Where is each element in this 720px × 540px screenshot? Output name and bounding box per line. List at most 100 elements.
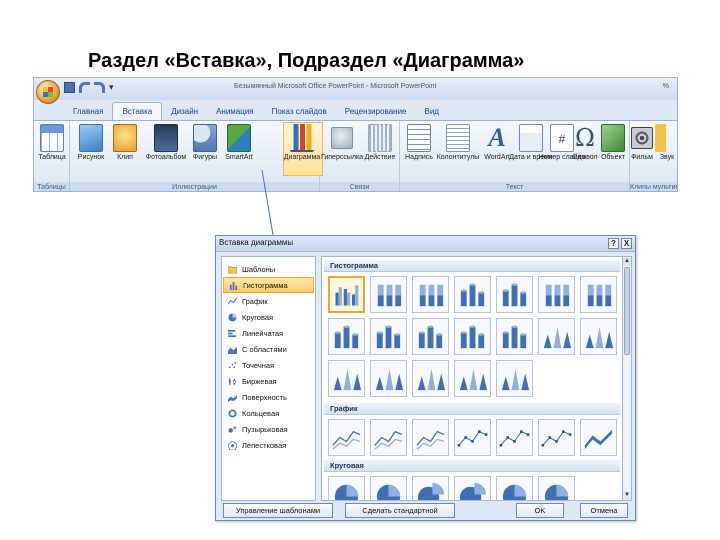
textbox-button[interactable]: Надпись (402, 124, 436, 161)
office-button-icon[interactable] (36, 80, 60, 104)
category-stock[interactable]: Биржевая (223, 373, 314, 389)
chart-subtype-thumbnail[interactable] (328, 419, 365, 456)
category-scatter[interactable]: Точечная (223, 357, 314, 373)
category-line[interactable]: График (223, 293, 314, 309)
clip-button-label: Клип (117, 154, 133, 161)
help-button[interactable]: ? (608, 238, 619, 249)
hyperlink-button[interactable]: Гиперссылка (321, 124, 363, 161)
ribbon-panel: Таблица Таблицы Рисунок Клип Фотоальбом … (34, 120, 677, 191)
column-preview-icon (335, 285, 359, 306)
manage-templates-button[interactable]: Управление шаблонами (223, 503, 333, 518)
category-label: Линейчатая (242, 328, 284, 338)
group-links: Гиперссылка Действие Связи (320, 121, 400, 191)
chart-subtype-thumbnail[interactable] (370, 318, 407, 355)
ribbon-tabs: Главная Вставка Дизайн Анимация Показ сл… (64, 100, 448, 120)
scroll-down-arrow[interactable]: ▼ (623, 491, 631, 500)
action-button-label: Действие (364, 154, 396, 161)
chart-subtype-thumbnail[interactable] (496, 360, 533, 397)
chart-subtype-thumbnail[interactable] (538, 419, 575, 456)
chart-button[interactable]: Диаграмма (284, 124, 320, 161)
category-column[interactable]: Гистограмма (223, 277, 314, 293)
chart-subtype-thumbnail[interactable] (538, 476, 575, 500)
chart-subtype-thumbnail[interactable] (370, 360, 407, 397)
chart-subtype-thumbnail[interactable] (538, 318, 575, 355)
chart-subtype-thumbnail[interactable] (454, 318, 491, 355)
hyperlink-globe-icon (331, 127, 353, 149)
tab-view[interactable]: Вид (416, 103, 448, 120)
chart-subtype-thumbnail[interactable] (370, 419, 407, 456)
chart-subtype-thumbnail[interactable] (538, 276, 575, 313)
sound-button[interactable]: Звук (655, 124, 677, 161)
category-doughnut[interactable]: Кольцевая (223, 405, 314, 421)
scroll-thumb[interactable] (624, 267, 630, 355)
tab-home[interactable]: Главная (64, 103, 112, 120)
movie-button[interactable]: Фильм (630, 124, 654, 161)
stacked-preview-icon (587, 284, 612, 307)
tab-review[interactable]: Рецензирование (336, 103, 416, 120)
chart-subtype-thumbnail[interactable] (370, 476, 407, 500)
chart-subtype-thumbnail[interactable] (454, 476, 491, 500)
chart-subtype-thumbnail[interactable] (580, 419, 617, 456)
speaker-icon (655, 124, 677, 152)
category-bar[interactable]: Линейчатая (223, 325, 314, 341)
photo-album-button[interactable]: Фотоальбом (146, 124, 186, 161)
chart-subtype-thumbnail[interactable] (496, 318, 533, 355)
calendar-icon (519, 124, 543, 152)
tab-design[interactable]: Дизайн (162, 103, 207, 120)
column-chart-icon (290, 124, 314, 152)
category-surface[interactable]: Поверхность (223, 389, 314, 405)
gallery-scrollbar[interactable]: ▲ ▼ (622, 256, 632, 501)
redo-icon[interactable] (94, 82, 105, 93)
cancel-button[interactable]: Отмена (580, 503, 628, 518)
picture-button[interactable]: Рисунок (74, 124, 108, 161)
category-label: Шаблоны (242, 264, 276, 274)
tab-insert[interactable]: Вставка (112, 102, 163, 120)
shapes-button-label: Фигуры (192, 154, 218, 161)
chart-subtype-thumbnail[interactable] (412, 360, 449, 397)
chart-subtype-thumbnail[interactable] (412, 318, 449, 355)
chart-subtype-thumbnail[interactable] (328, 476, 365, 500)
save-icon[interactable] (64, 82, 75, 93)
tab-animation[interactable]: Анимация (207, 103, 263, 120)
header-footer-button[interactable]: Колонтитулы (437, 124, 479, 161)
category-area[interactable]: С областями (223, 341, 314, 357)
qat-dropdown-icon[interactable]: ▾ (109, 82, 116, 93)
pie-preview-icon (544, 484, 569, 500)
chart-subtype-thumbnail[interactable] (328, 276, 365, 313)
picture-icon (79, 124, 103, 152)
doughnut-chart-icon (228, 408, 237, 418)
chart-subtype-thumbnail[interactable] (580, 276, 617, 313)
shapes-button[interactable]: Фигуры (188, 124, 222, 161)
category-pie[interactable]: Круговая (223, 309, 314, 325)
chart-subtype-thumbnail[interactable] (328, 318, 365, 355)
chart-subtype-thumbnail[interactable] (496, 276, 533, 313)
line-preview-icon (374, 430, 403, 450)
cyl-preview-icon (376, 325, 401, 349)
action-button[interactable]: Действие (363, 124, 397, 161)
clip-button[interactable]: Клип (108, 124, 142, 161)
chart-subtype-thumbnail[interactable] (454, 276, 491, 313)
chart-subtype-thumbnail[interactable] (412, 476, 449, 500)
chart-subtype-thumbnail[interactable] (412, 419, 449, 456)
tab-slideshow[interactable]: Показ слайдов (263, 103, 336, 120)
smartart-button[interactable]: SmartArt (222, 124, 256, 161)
table-button[interactable]: Таблица (35, 124, 69, 161)
chart-subtype-thumbnail[interactable] (412, 276, 449, 313)
chart-subtype-thumbnail[interactable] (370, 276, 407, 313)
chart-subtype-thumbnail[interactable] (454, 360, 491, 397)
chart-subtype-thumbnail[interactable] (496, 476, 533, 500)
category-radar[interactable]: Лепестковая (223, 437, 314, 453)
undo-icon[interactable] (79, 82, 90, 93)
line-preview-icon (416, 430, 445, 450)
chart-subtype-thumbnail[interactable] (496, 419, 533, 456)
scroll-up-arrow[interactable]: ▲ (623, 257, 631, 266)
chart-subtype-thumbnail[interactable] (454, 419, 491, 456)
chart-subtype-thumbnail[interactable] (580, 318, 617, 355)
set-default-button[interactable]: Сделать стандартной (345, 503, 455, 518)
close-button[interactable]: X (621, 238, 632, 249)
ok-button[interactable]: OK (516, 503, 564, 518)
chart-subtype-thumbnail[interactable] (328, 360, 365, 397)
category-templates[interactable]: Шаблоны (223, 261, 314, 277)
category-bubble[interactable]: Пузырьковая (223, 421, 314, 437)
object-button[interactable]: Объект (596, 124, 630, 161)
